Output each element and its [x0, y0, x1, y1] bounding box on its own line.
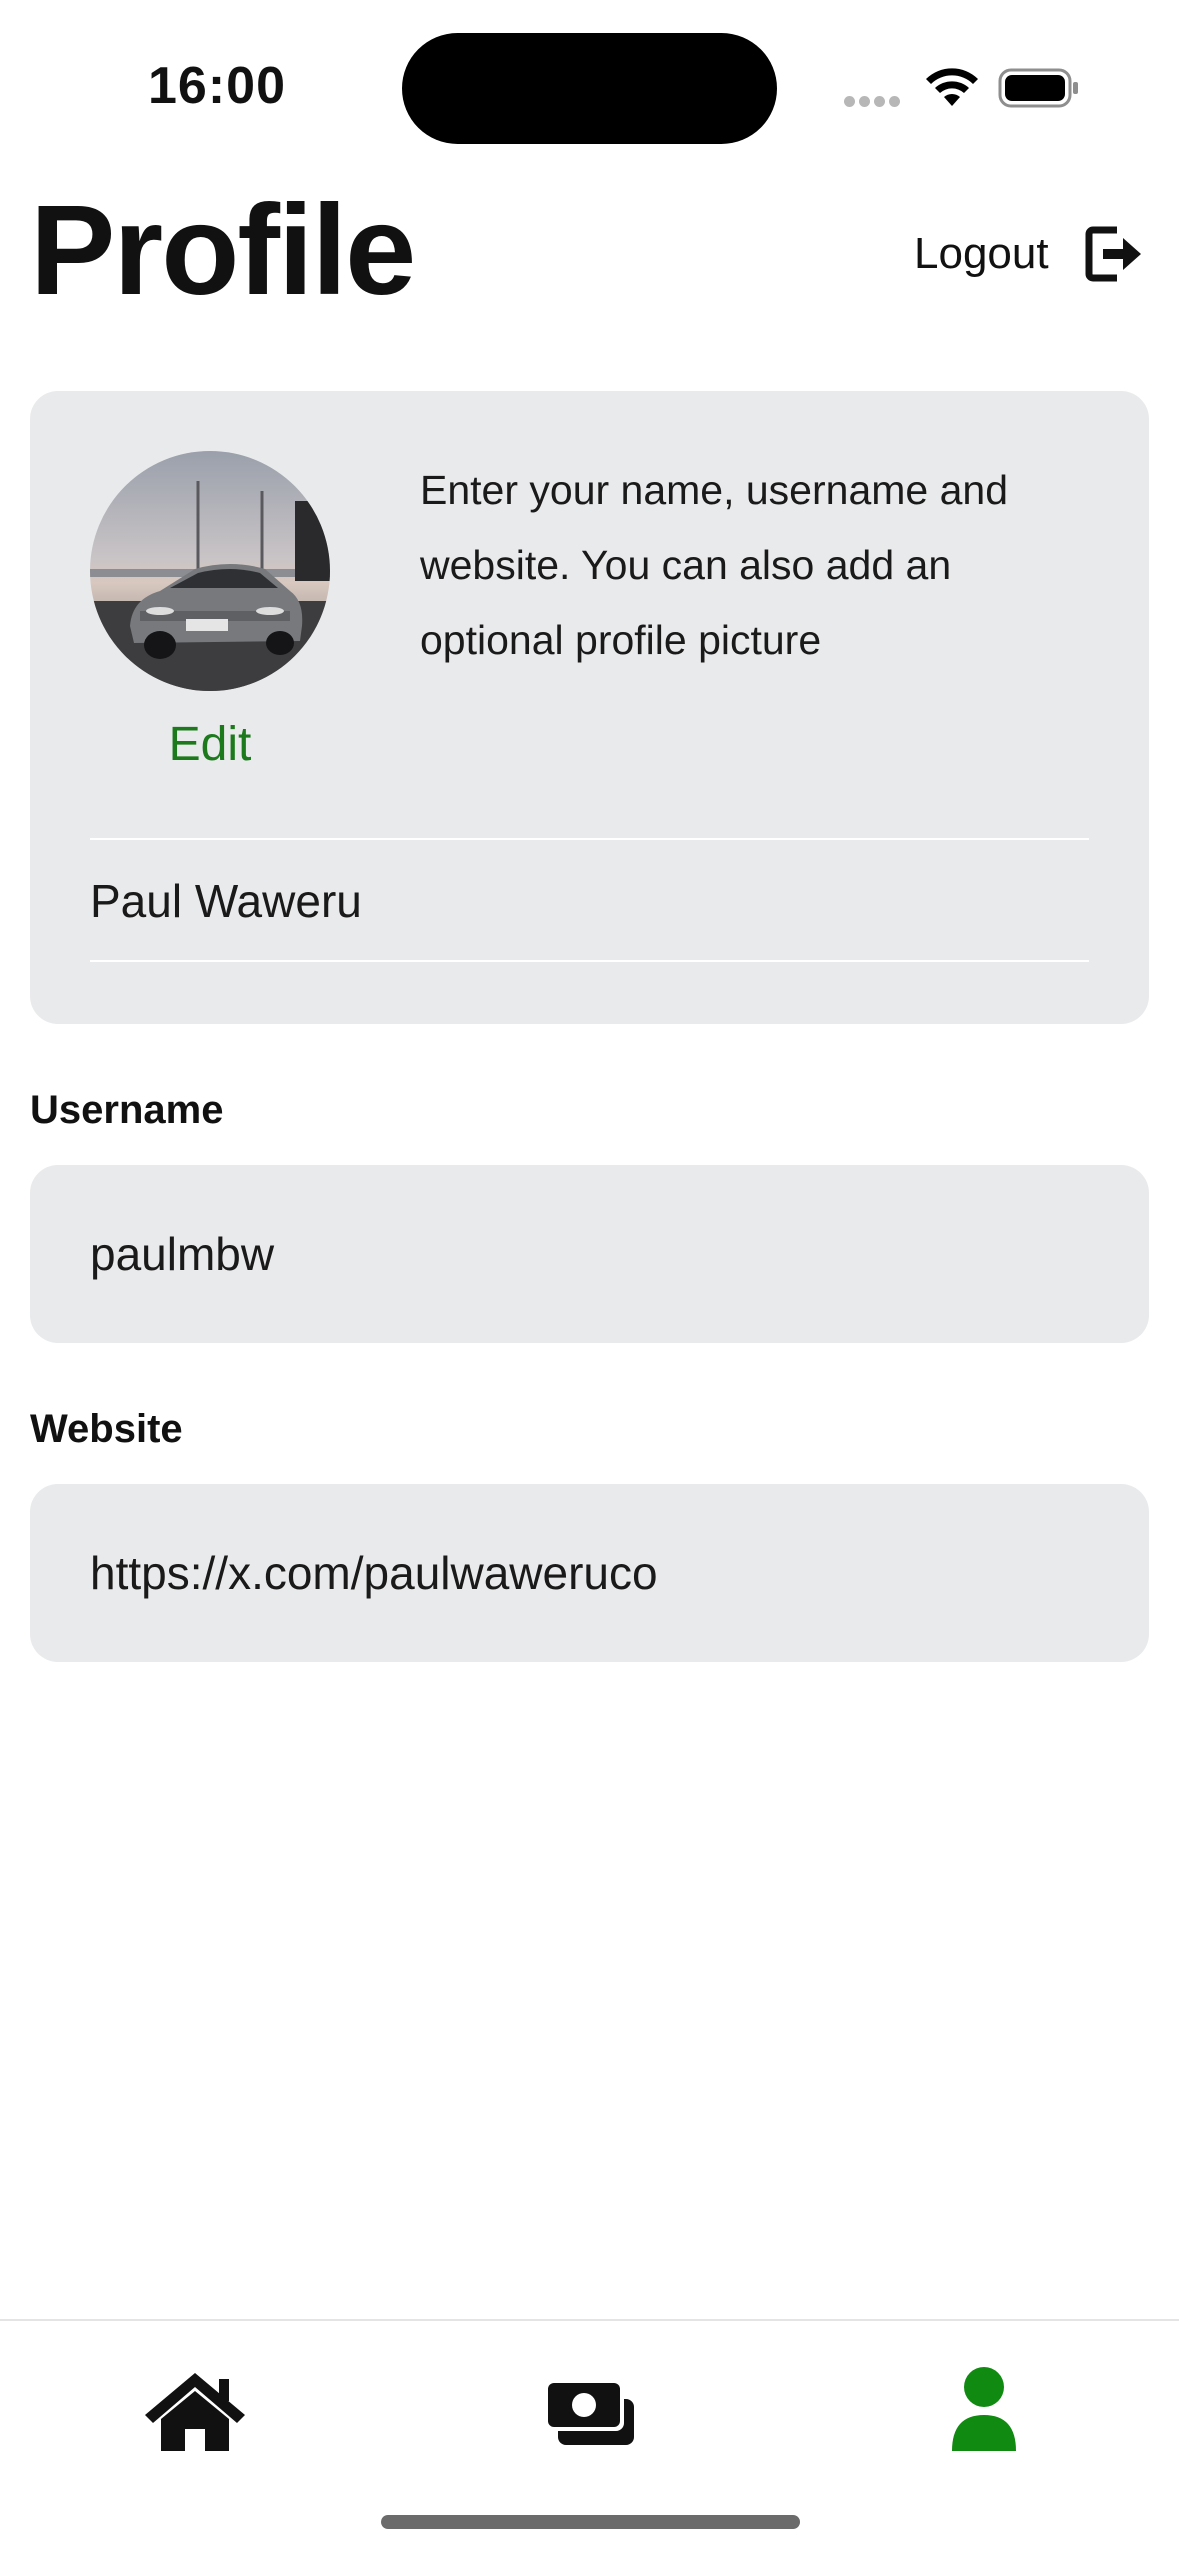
battery-icon: [998, 68, 1078, 108]
username-field[interactable]: paulmbw: [30, 1165, 1149, 1343]
profile-screen: 16:00 Profile Logout Edit Enter your nam…: [0, 0, 1179, 2556]
home-icon: [145, 2373, 245, 2451]
tab-money[interactable]: [530, 2359, 650, 2459]
profile-card: Edit Enter your name, username and websi…: [30, 391, 1149, 1024]
status-time: 16:00: [148, 57, 286, 115]
website-label: Website: [30, 1407, 183, 1451]
wifi-icon: [926, 68, 978, 106]
card-description: Enter your name, username and website. Y…: [420, 467, 1008, 663]
status-bar: 16:00: [0, 0, 1179, 160]
cellular-signal-icon: [844, 94, 904, 108]
avatar[interactable]: [90, 451, 330, 691]
full-name-field[interactable]: Paul Waweru: [90, 842, 1089, 960]
money-icon: [544, 2379, 634, 2445]
edit-avatar-link[interactable]: Edit: [90, 717, 330, 772]
page-title: Profile: [30, 179, 416, 322]
logout-button[interactable]: Logout: [914, 218, 1145, 290]
dynamic-island: [402, 33, 777, 144]
tab-profile[interactable]: [924, 2359, 1044, 2459]
website-field[interactable]: https://x.com/paulwaweruco: [30, 1484, 1149, 1662]
person-icon: [952, 2367, 1016, 2451]
home-indicator[interactable]: [381, 2515, 800, 2529]
car-photo-image: [90, 451, 330, 691]
logout-icon: [1085, 226, 1141, 282]
tab-home[interactable]: [135, 2359, 255, 2459]
divider: [90, 960, 1089, 962]
divider: [90, 838, 1089, 840]
username-label: Username: [30, 1088, 224, 1132]
logout-label: Logout: [914, 229, 1049, 278]
